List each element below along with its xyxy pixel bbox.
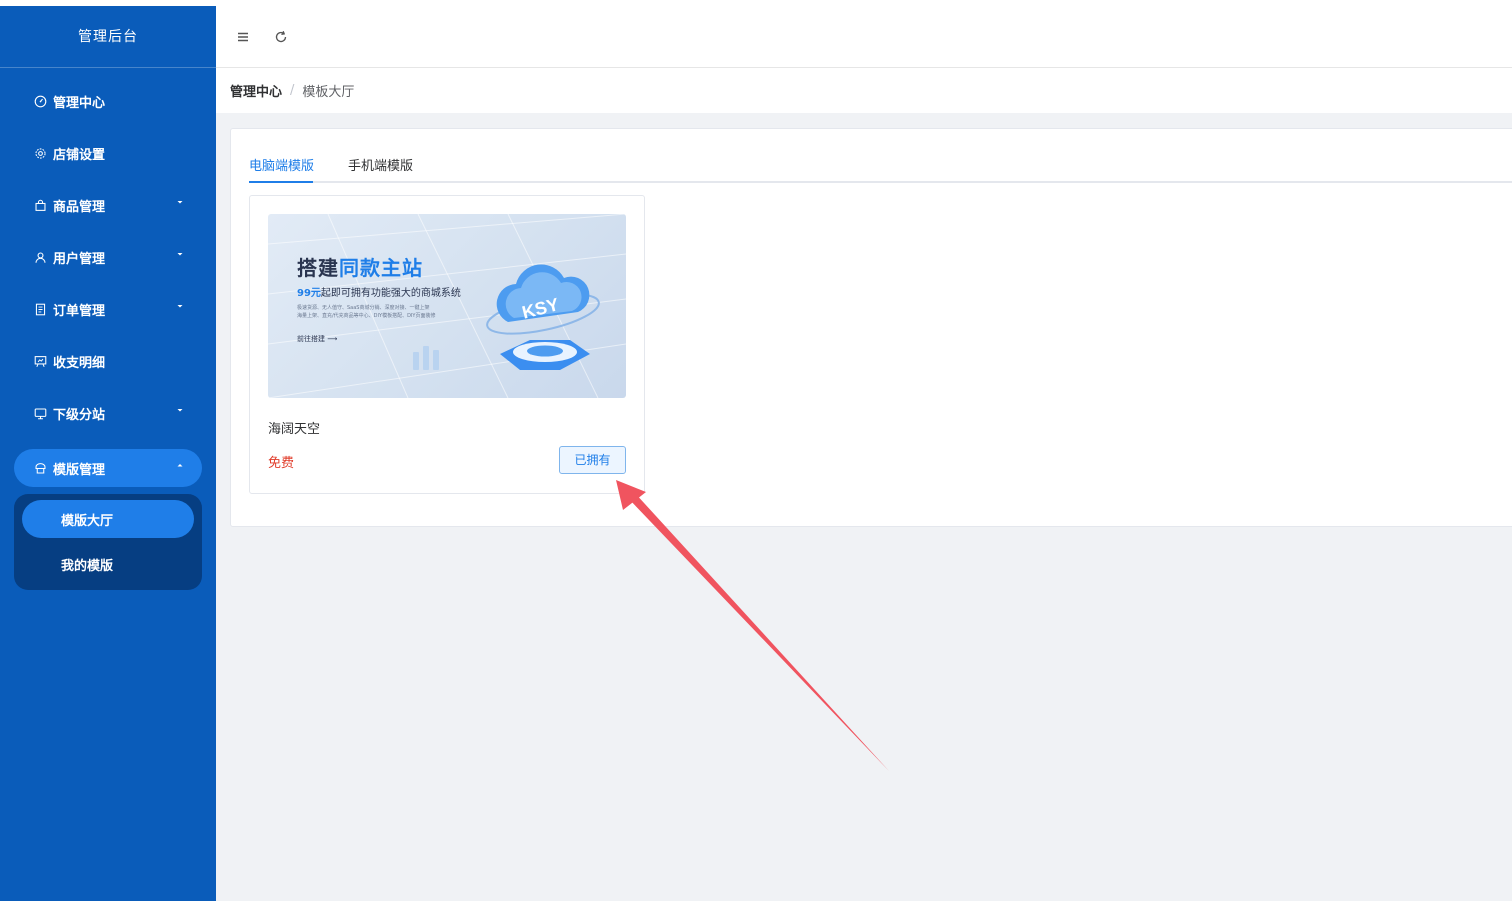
- sidebar-item-dashboard[interactable]: 管理中心: [14, 82, 202, 120]
- thumbnail-feature-line: 极速货源、无人值守、SaaS商城分销、深度对接、一键上架: [297, 305, 430, 311]
- caret-up-icon: [177, 464, 183, 467]
- top-header: [216, 6, 1512, 68]
- hamburger-icon[interactable]: [235, 29, 251, 45]
- template-name: 海阔天空: [268, 422, 321, 437]
- thumbnail-title: 搭建同款主站: [297, 256, 423, 280]
- bag-icon: [34, 199, 47, 212]
- sidebar-item-label: 管理中心: [53, 95, 106, 111]
- user-icon: [34, 251, 47, 264]
- refresh-icon[interactable]: [273, 29, 289, 45]
- breadcrumb-separator: /: [290, 83, 295, 98]
- template-tabs: 电脑端模版 手机端模版: [249, 149, 1512, 183]
- breadcrumb-current: 模板大厅: [302, 85, 355, 100]
- template-price: 免费: [268, 456, 295, 471]
- template-icon: [34, 462, 47, 475]
- dashboard-icon: [34, 95, 47, 108]
- templates-submenu: 模版大厅 我的模版: [14, 494, 202, 590]
- sidebar-item-label: 店铺设置: [53, 147, 106, 163]
- sidebar-item-label: 用户管理: [53, 251, 106, 267]
- breadcrumb-bar: 管理中心 / 模板大厅: [216, 68, 1512, 113]
- caret-down-icon: [177, 253, 183, 256]
- sidebar-item-label: 模版管理: [53, 462, 106, 478]
- thumbnail-subtitle: 99元起即可拥有功能强大的商城系统: [297, 288, 461, 299]
- active-tab-indicator: [249, 181, 313, 183]
- gear-icon: [34, 147, 47, 160]
- sidebar-item-substations[interactable]: 下级分站: [14, 394, 202, 432]
- sidebar-item-label: 收支明细: [53, 355, 106, 371]
- monitor-icon: [34, 407, 47, 420]
- sidebar-title: 管理后台: [0, 6, 216, 68]
- sidebar-item-orders[interactable]: 订单管理: [14, 290, 202, 328]
- submenu-item-template-hall[interactable]: 模版大厅: [22, 500, 194, 538]
- caret-down-icon: [177, 409, 183, 412]
- thumbnail-build-link: 前往搭建 ⟶: [297, 335, 338, 343]
- presentation-icon: [34, 355, 47, 368]
- sidebar-item-label: 下级分站: [53, 407, 106, 423]
- owned-button[interactable]: 已拥有: [559, 446, 626, 474]
- breadcrumb-root[interactable]: 管理中心: [230, 81, 282, 100]
- caret-down-icon: [177, 201, 183, 204]
- template-card: KSY 搭建同款主站 99元起即可拥有功能强大的商城系统 极速货源、无人值守、S…: [249, 195, 645, 494]
- tab-desktop-templates[interactable]: 电脑端模版: [249, 155, 314, 183]
- sidebar-item-products[interactable]: 商品管理: [14, 186, 202, 224]
- submenu-item-my-templates[interactable]: 我的模版: [22, 545, 194, 583]
- sidebar-item-templates[interactable]: 模版管理: [14, 449, 202, 487]
- sidebar-item-label: 商品管理: [53, 199, 106, 215]
- breadcrumb: 管理中心 / 模板大厅: [230, 81, 354, 100]
- sidebar-item-label: 订单管理: [53, 303, 106, 319]
- sidebar-item-store-settings[interactable]: 店铺设置: [14, 134, 202, 172]
- sidebar-item-users[interactable]: 用户管理: [14, 238, 202, 276]
- template-panel: 电脑端模版 手机端模版 KSY 搭建同款主站 99元起即可拥有功能强大的商城系统…: [230, 128, 1512, 527]
- tab-mobile-templates[interactable]: 手机端模版: [348, 155, 413, 183]
- template-thumbnail[interactable]: KSY 搭建同款主站 99元起即可拥有功能强大的商城系统 极速货源、无人值守、S…: [268, 214, 626, 398]
- caret-down-icon: [177, 305, 183, 308]
- sidebar-item-finance[interactable]: 收支明细: [14, 342, 202, 380]
- thumbnail-feature-line: 海量上架、直充/代充商品等中心、DIY模板搭配、DIY页面装修: [297, 313, 436, 319]
- document-icon: [34, 303, 47, 316]
